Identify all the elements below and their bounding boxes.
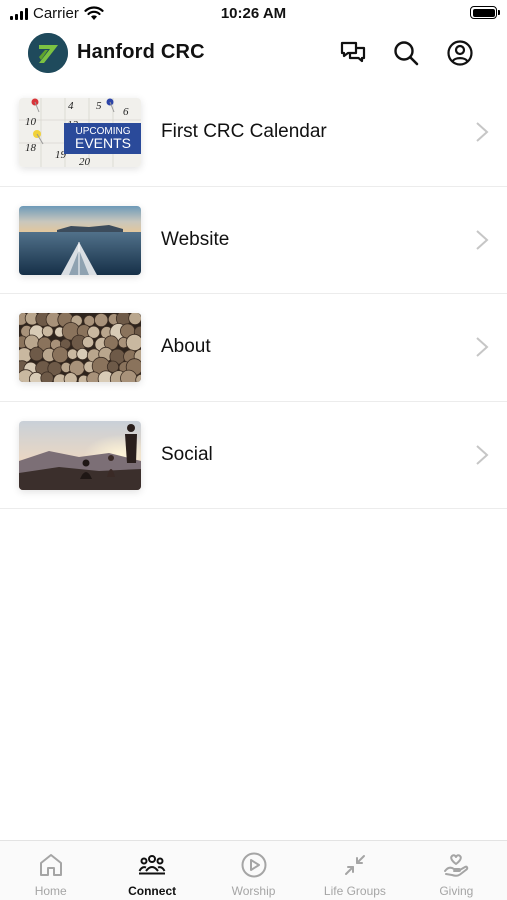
status-bar: Carrier 10:26 AM	[0, 0, 507, 28]
tab-connect[interactable]: Connect	[101, 841, 202, 900]
svg-text:4: 4	[68, 100, 74, 112]
home-icon	[36, 851, 66, 879]
battery-icon	[470, 6, 500, 19]
list-item-about[interactable]: About	[0, 294, 507, 402]
list-item-label: Social	[161, 443, 213, 465]
status-time: 10:26 AM	[220, 5, 287, 22]
calendar-thumbnail: 4 5 6 10 12 18 19 20 UPCOMING EVENTS	[19, 98, 141, 167]
collapse-arrows-icon	[340, 851, 370, 879]
svg-text:EVENTS: EVENTS	[75, 135, 131, 151]
chat-icon	[340, 41, 366, 63]
list-item-website[interactable]: Website	[0, 187, 507, 294]
about-thumbnail	[19, 313, 141, 382]
svg-text:10: 10	[25, 116, 37, 128]
chevron-right-icon	[475, 336, 489, 358]
giving-hand-icon	[441, 851, 471, 879]
tab-label: Connect	[128, 884, 177, 898]
tab-giving[interactable]: Giving	[406, 841, 507, 900]
list-item-label: First CRC Calendar	[161, 121, 327, 142]
chevron-right-icon	[475, 121, 489, 143]
play-circle-icon	[239, 851, 269, 879]
search-icon	[394, 41, 419, 66]
list-item-label: Website	[161, 228, 230, 250]
chevron-right-icon	[475, 444, 489, 466]
chevron-right-icon	[475, 229, 489, 251]
search-button[interactable]	[391, 38, 421, 68]
page-title: Hanford CRC	[77, 41, 205, 63]
svg-text:5: 5	[96, 100, 102, 112]
app-header: Hanford CRC	[0, 28, 507, 80]
logo-mark-icon	[28, 33, 68, 73]
website-thumbnail	[19, 205, 141, 275]
profile-icon	[447, 40, 473, 66]
profile-button[interactable]	[445, 38, 475, 68]
svg-text:20: 20	[79, 156, 91, 167]
tab-bar: Home Connect Worship Life Groups Giving	[0, 840, 507, 900]
tab-label: Giving	[439, 884, 474, 898]
social-thumbnail	[19, 420, 141, 490]
list-item-calendar[interactable]: 4 5 6 10 12 18 19 20 UPCOMING EVENTS Fir…	[0, 79, 507, 187]
tab-worship[interactable]: Worship	[203, 841, 304, 900]
chat-button[interactable]	[338, 38, 368, 68]
svg-text:6: 6	[123, 106, 129, 118]
tab-life-groups[interactable]: Life Groups	[304, 841, 405, 900]
svg-text:18: 18	[25, 142, 37, 154]
tab-home[interactable]: Home	[0, 841, 101, 900]
connect-list: 4 5 6 10 12 18 19 20 UPCOMING EVENTS Fir…	[0, 79, 507, 509]
tab-label: Life Groups	[323, 884, 386, 898]
tab-label: Home	[34, 884, 67, 898]
people-icon	[137, 851, 167, 879]
tab-label: Worship	[231, 884, 276, 898]
list-item-social[interactable]: Social	[0, 402, 507, 509]
list-item-label: About	[161, 336, 211, 357]
app-logo[interactable]	[28, 33, 68, 73]
